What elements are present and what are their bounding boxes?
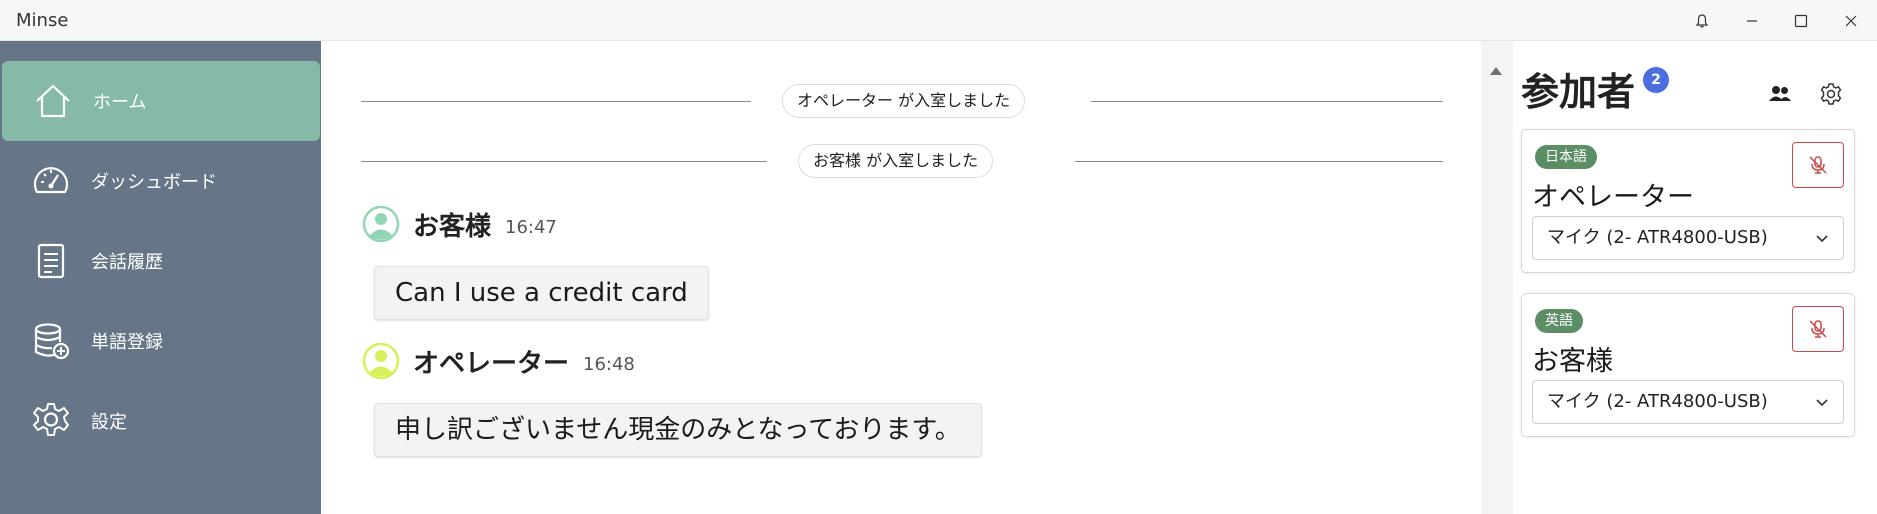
message-bubble: Can I use a credit card (374, 266, 709, 320)
system-message: お客様 が入室しました (361, 141, 1443, 181)
system-message-pill: オペレーター が入室しました (782, 84, 1026, 118)
participant-name: オペレーター (1532, 182, 1694, 213)
panel-title: 参加者 (1521, 70, 1636, 114)
message-sender: お客様 (413, 211, 492, 242)
minimize-button[interactable] (1729, 0, 1775, 41)
language-badge: 日本語 (1535, 145, 1597, 169)
participant-card: 日本語 オペレーター マイク (2- ATR4800-USB) (1521, 129, 1855, 273)
microphone-select-value: マイク (2- ATR4800-USB) (1547, 227, 1768, 248)
chat-area[interactable]: オペレーター が入室しました お客様 が入室しました お客様 16:47 Can… (321, 41, 1481, 514)
language-badge: 英語 (1535, 309, 1583, 333)
sidebar-item-dashboard[interactable]: ダッシュボード (0, 141, 321, 221)
people-icon (1769, 86, 1791, 101)
user-avatar-icon (362, 342, 400, 380)
document-icon (30, 240, 72, 282)
database-add-icon (30, 320, 72, 362)
gear-icon (1820, 83, 1842, 105)
divider-line (1075, 161, 1443, 162)
title-bar: Minse (0, 0, 1877, 41)
bell-icon (1695, 13, 1709, 28)
sidebar-item-dictionary[interactable]: 単語登録 (0, 301, 321, 381)
avatar (361, 204, 401, 244)
participant-name: お客様 (1532, 346, 1613, 377)
participant-card: 英語 お客様 マイク (2- ATR4800-USB) (1521, 293, 1855, 437)
sidebar-item-history[interactable]: 会話履歴 (0, 221, 321, 301)
participant-count-badge: 2 (1643, 67, 1669, 93)
divider-line (361, 161, 767, 162)
sidebar-item-label: 単語登録 (91, 332, 163, 353)
chevron-down-icon (1816, 235, 1828, 243)
microphone-select-value: マイク (2- ATR4800-USB) (1547, 391, 1768, 412)
message-time: 16:47 (505, 216, 557, 238)
app-title: Minse (16, 10, 69, 31)
sidebar-item-label: 設定 (91, 412, 127, 433)
participants-button[interactable] (1765, 79, 1795, 109)
sidebar-item-settings[interactable]: 設定 (0, 381, 321, 461)
participants-panel: 参加者 2 日本語 オペレーター マイク (2- ATR4800-USB) 英語… (1513, 41, 1877, 514)
system-message: オペレーター が入室しました (361, 81, 1443, 121)
sidebar-item-label: ダッシュボード (91, 172, 217, 193)
chevron-down-icon (1816, 399, 1828, 407)
microphone-select[interactable]: マイク (2- ATR4800-USB) (1532, 380, 1844, 424)
sidebar-item-home[interactable]: ホーム (2, 61, 320, 141)
mic-off-icon (1809, 156, 1827, 174)
panel-settings-button[interactable] (1816, 79, 1846, 109)
dashboard-gauge-icon (30, 160, 72, 202)
mute-button[interactable] (1792, 306, 1844, 352)
microphone-select[interactable]: マイク (2- ATR4800-USB) (1532, 216, 1844, 260)
maximize-button[interactable] (1778, 0, 1824, 41)
close-button[interactable] (1828, 0, 1874, 41)
chat-scrollbar[interactable] (1481, 41, 1513, 514)
message-header: お客様 16:47 (361, 204, 557, 244)
divider-line (1091, 101, 1443, 102)
message-time: 16:48 (583, 353, 635, 375)
maximize-icon (1794, 14, 1808, 27)
mute-button[interactable] (1792, 142, 1844, 188)
minimize-icon (1747, 19, 1757, 22)
notification-bell-button[interactable] (1679, 0, 1725, 41)
home-icon (32, 80, 74, 122)
system-message-pill: お客様 が入室しました (798, 144, 994, 178)
close-icon (1845, 15, 1857, 26)
gear-icon (30, 400, 72, 442)
message-header: オペレーター 16:48 (361, 341, 635, 381)
scroll-up-arrow-icon[interactable] (1490, 67, 1502, 75)
message-sender: オペレーター (413, 348, 570, 379)
avatar (361, 341, 401, 381)
message-bubble: 申し訳ございません現金のみとなっております。 (374, 403, 982, 457)
sidebar: ホーム ダッシュボード 会話履歴 単語登録 設定 (0, 41, 321, 514)
divider-line (361, 101, 751, 102)
sidebar-item-label: ホーム (93, 92, 147, 113)
mic-off-icon (1809, 320, 1827, 338)
sidebar-item-label: 会話履歴 (91, 252, 163, 273)
user-avatar-icon (362, 205, 400, 243)
